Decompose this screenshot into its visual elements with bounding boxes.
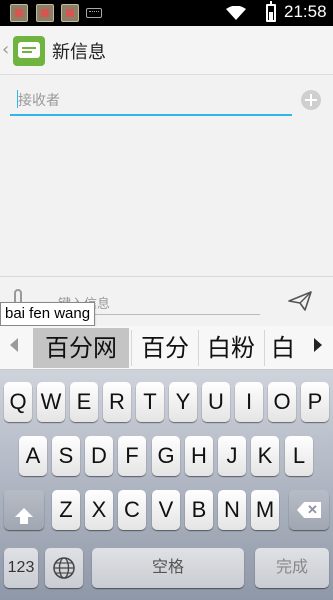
key-l[interactable]: L xyxy=(285,436,313,476)
key-n[interactable]: N xyxy=(218,490,246,530)
key-q[interactable]: Q xyxy=(4,382,32,422)
status-bar: 21:58 xyxy=(0,0,333,26)
key-s[interactable]: S xyxy=(52,436,80,476)
candidate-item[interactable]: 百分 xyxy=(133,328,197,368)
candidate-item[interactable]: 白 xyxy=(266,328,300,368)
key-k[interactable]: K xyxy=(251,436,279,476)
messaging-app-icon[interactable] xyxy=(13,36,45,66)
language-key[interactable] xyxy=(45,548,83,588)
action-bar: ‹ 新信息 xyxy=(0,26,333,75)
key-z[interactable]: Z xyxy=(52,490,80,530)
add-contact-icon[interactable] xyxy=(301,90,321,110)
key-b[interactable]: B xyxy=(185,490,213,530)
key-a[interactable]: A xyxy=(19,436,47,476)
backspace-key[interactable]: ✕ xyxy=(289,490,329,530)
back-chevron-icon[interactable]: ‹ xyxy=(2,39,9,60)
send-icon[interactable] xyxy=(288,291,312,311)
notification-app-icon xyxy=(10,4,28,22)
key-t[interactable]: T xyxy=(136,382,164,422)
done-key[interactable]: 完成 xyxy=(255,548,329,588)
key-f[interactable]: F xyxy=(118,436,146,476)
key-p[interactable]: P xyxy=(301,382,329,422)
key-w[interactable]: W xyxy=(37,382,65,422)
recipient-placeholder: 接收者 xyxy=(18,93,60,109)
key-x[interactable]: X xyxy=(85,490,113,530)
candidates-left-arrow-icon[interactable] xyxy=(10,338,18,352)
page-title: 新信息 xyxy=(52,42,106,63)
key-u[interactable]: U xyxy=(202,382,230,422)
key-y[interactable]: Y xyxy=(169,382,197,422)
key-m[interactable]: M xyxy=(251,490,279,530)
recipient-input[interactable]: 接收者 xyxy=(10,86,292,116)
key-d[interactable]: D xyxy=(85,436,113,476)
candidate-item[interactable]: 白粉 xyxy=(200,328,262,368)
notification-app-icon xyxy=(36,4,54,22)
key-h[interactable]: H xyxy=(185,436,213,476)
shift-key[interactable] xyxy=(4,490,44,530)
battery-icon xyxy=(266,1,276,22)
notification-app-icon xyxy=(61,4,79,22)
candidate-item[interactable]: 百分网 xyxy=(33,328,129,368)
pinyin-composition: bai fen wang xyxy=(0,302,96,326)
text-cursor xyxy=(17,90,18,108)
key-j[interactable]: J xyxy=(218,436,246,476)
candidate-divider xyxy=(264,330,265,366)
key-i[interactable]: I xyxy=(235,382,263,422)
wifi-icon xyxy=(226,6,246,20)
backspace-icon: ✕ xyxy=(297,502,321,518)
candidates-right-arrow-icon[interactable] xyxy=(314,338,322,352)
key-c[interactable]: C xyxy=(118,490,146,530)
candidate-bar: 百分网 百分 白粉 白 xyxy=(0,326,333,370)
shift-icon xyxy=(15,508,33,524)
key-o[interactable]: O xyxy=(268,382,296,422)
numbers-key[interactable]: 123 xyxy=(4,548,38,588)
key-e[interactable]: E xyxy=(70,382,98,422)
space-key[interactable]: 空格 xyxy=(92,548,244,588)
candidate-divider xyxy=(198,330,199,366)
candidate-divider xyxy=(131,330,132,366)
key-v[interactable]: V xyxy=(152,490,180,530)
clock: 21:58 xyxy=(284,2,327,21)
key-r[interactable]: R xyxy=(103,382,131,422)
key-g[interactable]: G xyxy=(152,436,180,476)
keyboard-notification-icon xyxy=(86,8,102,18)
keyboard: Q W E R T Y U I O P A S D F G H J K L Z … xyxy=(0,370,333,600)
globe-icon xyxy=(53,557,75,579)
